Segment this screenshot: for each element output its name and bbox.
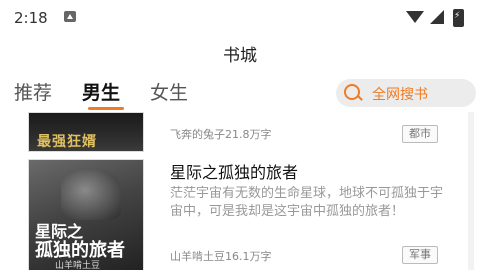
search-label: 全网搜书 — [372, 87, 428, 103]
search-icon — [344, 84, 360, 100]
book-author-words: 山羊啃土豆16.1万字 — [170, 250, 272, 263]
cover-art — [61, 170, 121, 220]
notification-icon — [64, 11, 76, 22]
search-button[interactable]: 全网搜书 — [336, 79, 476, 107]
page-title: 书城 — [223, 46, 257, 66]
book-title[interactable]: 星际之孤独的旅者 — [170, 159, 298, 183]
book-cover[interactable]: 星际之 孤独的旅者 山羊啃土豆 — [28, 159, 144, 270]
signal-icon — [430, 10, 444, 24]
status-time: 2:18 — [14, 9, 48, 27]
title-bar: 书城 — [0, 34, 480, 68]
book-cover[interactable]: 最强狂婿 — [28, 112, 144, 152]
book-tag[interactable]: 军事 — [402, 246, 438, 264]
category-tabs: 推荐 男生 女生 全网搜书 — [0, 70, 480, 112]
cover-title: 最强狂婿 — [37, 134, 97, 150]
tab-male[interactable]: 男生 — [82, 78, 120, 105]
status-bar: 2:18 — [0, 0, 480, 34]
book-tag[interactable]: 都市 — [402, 125, 438, 143]
cover-author: 山羊啃土豆 — [55, 261, 101, 270]
tab-recommend[interactable]: 推荐 — [14, 78, 52, 105]
active-tab-indicator — [88, 107, 124, 110]
scrollbar[interactable] — [468, 112, 474, 270]
book-author-words: 飞奔的兔子21.8万字 — [170, 128, 272, 141]
tab-female[interactable]: 女生 — [150, 78, 188, 105]
battery-icon — [453, 9, 464, 27]
book-list[interactable]: 最强狂婿 飞奔的兔子21.8万字 都市 星际之 孤独的旅者 山羊啃土豆 星际之孤… — [0, 112, 480, 270]
wifi-icon — [406, 11, 424, 23]
book-description: 茫茫宇宙有无数的生命星球，地球不可孤独于宇宙中，可是我却是这宇宙中孤独的旅者！ — [170, 186, 444, 219]
